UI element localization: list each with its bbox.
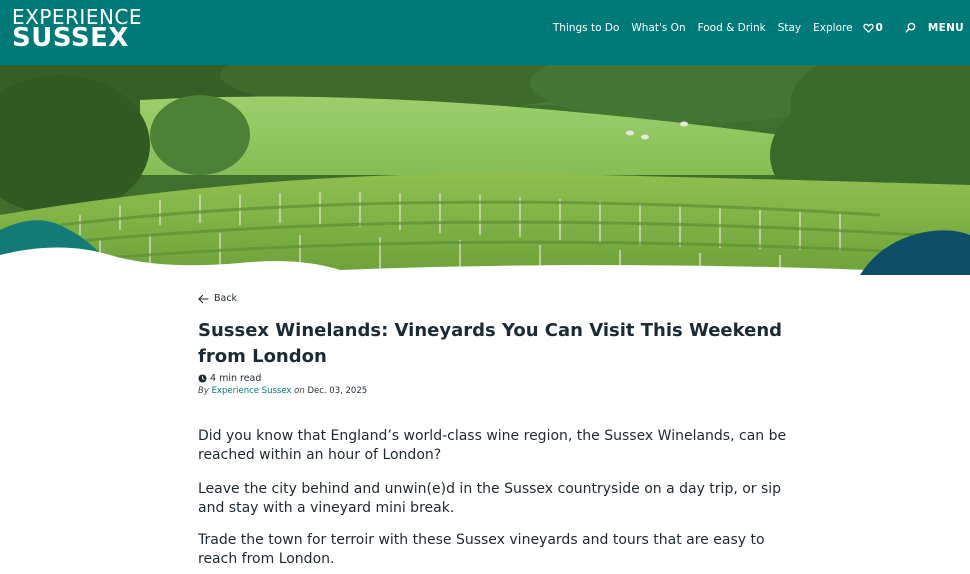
logo-line-sussex: SUSSEX — [12, 23, 129, 53]
article-title: Sussex Winelands: Vineyards You Can Visi… — [198, 320, 783, 367]
main-nav: Things to Do What's On Food & Drink Stay… — [553, 0, 970, 55]
read-time: 4 min read — [198, 373, 798, 384]
article-paragraph: Trade the town for terroir with these Su… — [198, 532, 765, 567]
menu-button[interactable]: MENU — [928, 22, 964, 34]
hero-image — [0, 65, 970, 275]
date-prefix: on — [294, 386, 305, 396]
nav-food-drink[interactable]: Food & Drink — [698, 22, 766, 34]
heart-icon — [862, 23, 874, 33]
arrow-left-icon — [198, 294, 209, 303]
article-paragraph: Did you know that England’s world-class … — [198, 428, 787, 463]
article-header: Back Sussex Winelands: Vineyards You Can… — [198, 293, 798, 396]
favourites-button[interactable]: 0 — [862, 21, 883, 34]
article-paragraph: Leave the city behind and unwin(e)d in t… — [198, 481, 782, 516]
vineyard-hero-illustration — [0, 65, 970, 275]
search-button[interactable] — [905, 22, 916, 33]
byline-prefix: By — [198, 386, 209, 396]
back-link[interactable]: Back — [198, 293, 798, 304]
byline: By Experience Sussex on Dec. 03, 2025 — [198, 386, 798, 396]
read-time-label: 4 min read — [210, 373, 262, 384]
author-link[interactable]: Experience Sussex — [212, 386, 292, 396]
back-label: Back — [214, 293, 238, 304]
site-header: EXPERIENCE SUSSEX Things to Do What's On… — [0, 0, 970, 65]
nav-whats-on[interactable]: What's On — [631, 22, 685, 34]
nav-explore[interactable]: Explore — [813, 22, 852, 34]
nav-stay[interactable]: Stay — [778, 22, 801, 34]
nav-things-to-do[interactable]: Things to Do — [553, 22, 620, 34]
favourites-count: 0 — [875, 21, 883, 34]
search-icon — [905, 22, 916, 33]
clock-icon — [198, 374, 207, 383]
site-logo[interactable]: EXPERIENCE SUSSEX — [12, 7, 142, 51]
publish-date: Dec. 03, 2025 — [307, 386, 368, 396]
